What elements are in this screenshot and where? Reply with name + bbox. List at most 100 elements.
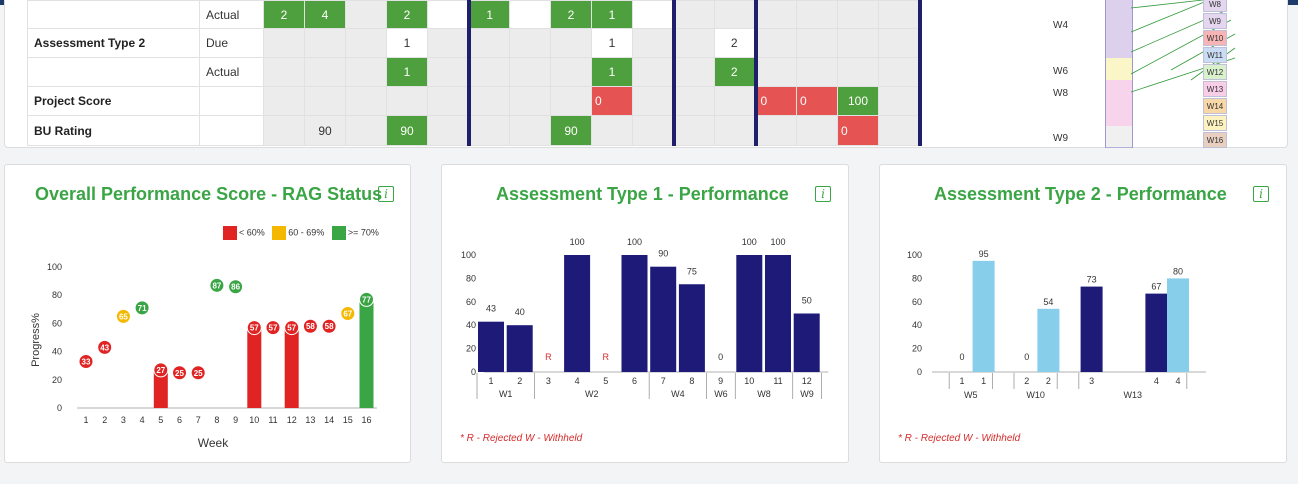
grid-cell: 90	[386, 115, 428, 146]
grid-cell	[837, 28, 879, 58]
score-label: 77	[362, 295, 371, 304]
x-tick-label: 15	[343, 415, 353, 425]
grid-row: Project Score 0 0 0 100	[27, 86, 922, 116]
y-tick-label: 20	[912, 344, 922, 354]
grid-row: BU Rating 90 90 90 0	[27, 115, 922, 146]
x-tick-label: 4	[140, 415, 145, 425]
grid-cell	[632, 28, 676, 58]
x-tick-label: 8	[689, 376, 694, 386]
x-tick-label: 5	[603, 376, 608, 386]
week-stack-cell	[1106, 126, 1132, 148]
bar-value-label: 80	[1173, 266, 1183, 276]
x-group-label: W10	[1026, 390, 1045, 400]
score-label: 25	[175, 369, 184, 378]
score-bar	[359, 299, 374, 408]
footnote: * R - Rejected W - Withheld	[898, 433, 1021, 444]
grid-cell	[632, 0, 676, 29]
x-tick-label: 2	[102, 415, 107, 425]
x-tick-label: 8	[214, 415, 219, 425]
grid-cell	[714, 0, 758, 29]
grid-cell	[509, 57, 551, 87]
y-tick-label: 100	[47, 262, 62, 272]
week-box: W16	[1203, 132, 1227, 148]
score-label: 57	[269, 324, 278, 333]
score-bar	[247, 327, 262, 408]
score-label: 57	[287, 324, 296, 333]
grid-cell	[263, 115, 305, 146]
x-tick-label: 9	[718, 376, 723, 386]
grid-cell: 1	[591, 0, 633, 29]
grid-cell	[755, 28, 797, 58]
grid-row: Assessment Type 2 Due 1 1 2	[27, 28, 922, 58]
x-tick-label: 12	[287, 415, 297, 425]
grid-cell: 0	[796, 86, 838, 116]
score-label: 58	[325, 322, 334, 331]
score-bar	[972, 260, 995, 372]
grid-cell	[796, 115, 838, 146]
grid-cell: 0	[755, 86, 797, 116]
x-tick-label: 4	[1175, 376, 1180, 386]
grid-cell	[796, 57, 838, 87]
x-tick-label: 2	[1046, 376, 1051, 386]
week-label: W6	[1053, 66, 1068, 77]
y-tick-label: 40	[466, 320, 476, 330]
overall-performance-card: Overall Performance Score - RAG Status i…	[4, 164, 411, 463]
y-tick-label: 60	[52, 318, 62, 328]
x-group-label: W1	[499, 389, 513, 399]
grid-cell	[837, 57, 879, 87]
bar-value-label: R	[545, 352, 552, 362]
grid-cell: 0	[591, 86, 633, 116]
x-group-label: W9	[800, 389, 814, 399]
week-box: W11	[1203, 47, 1227, 63]
grid-row-header: BU Rating	[27, 115, 200, 146]
score-label: 86	[231, 283, 240, 292]
score-label: 71	[138, 304, 147, 313]
grid-cell: 90	[304, 115, 346, 146]
bar-value-label: 40	[515, 307, 525, 317]
grid-cell: 2	[714, 57, 758, 87]
x-tick-label: 1	[959, 376, 964, 386]
grid-cell	[345, 57, 387, 87]
grid-row-subheader: Actual	[199, 0, 264, 29]
score-bar	[678, 284, 705, 372]
x-tick-label: 4	[575, 376, 580, 386]
x-group-label: W5	[964, 390, 978, 400]
x-tick-label: 3	[1089, 376, 1094, 386]
grid-cell	[345, 0, 387, 29]
week-box: W12	[1203, 64, 1227, 80]
x-group-label: W6	[714, 389, 728, 399]
score-bar	[650, 266, 677, 372]
grid-cell: 4	[304, 0, 346, 29]
grid-cell: 100	[837, 86, 879, 116]
x-tick-label: 11	[773, 376, 782, 386]
grid-row-subheader: Due	[199, 28, 264, 58]
y-tick-label: 0	[917, 367, 922, 377]
score-bar	[621, 255, 648, 372]
y-tick-label: 20	[52, 375, 62, 385]
week-label: W4	[1053, 20, 1068, 31]
bar-value-label: 100	[770, 237, 785, 247]
grid-cell	[468, 28, 510, 58]
grid-cell	[632, 86, 676, 116]
bar-value-label: 0	[959, 352, 964, 362]
grid-cell	[427, 57, 471, 87]
week-stack-cell	[1106, 80, 1132, 101]
grid-row: Actual 1 1 2	[27, 57, 922, 87]
bar-value-label: 67	[1151, 282, 1161, 292]
bar-value-label: 0	[1024, 352, 1029, 362]
bar-value-label: 73	[1087, 275, 1097, 285]
score-label: 25	[194, 369, 203, 378]
grid-row-header	[27, 0, 200, 29]
week-box: W13	[1203, 81, 1227, 97]
x-tick-label: 3	[546, 376, 551, 386]
y-tick-label: 60	[912, 297, 922, 307]
y-tick-label: 80	[466, 273, 476, 283]
grid-cell	[673, 57, 715, 87]
score-label: 43	[100, 343, 109, 352]
y-tick-label: 100	[907, 250, 922, 260]
grid-cell	[304, 57, 346, 87]
grid-cell	[345, 28, 387, 58]
grid-cell	[550, 28, 592, 58]
y-tick-label: 100	[461, 250, 476, 260]
score-bar	[284, 327, 299, 408]
